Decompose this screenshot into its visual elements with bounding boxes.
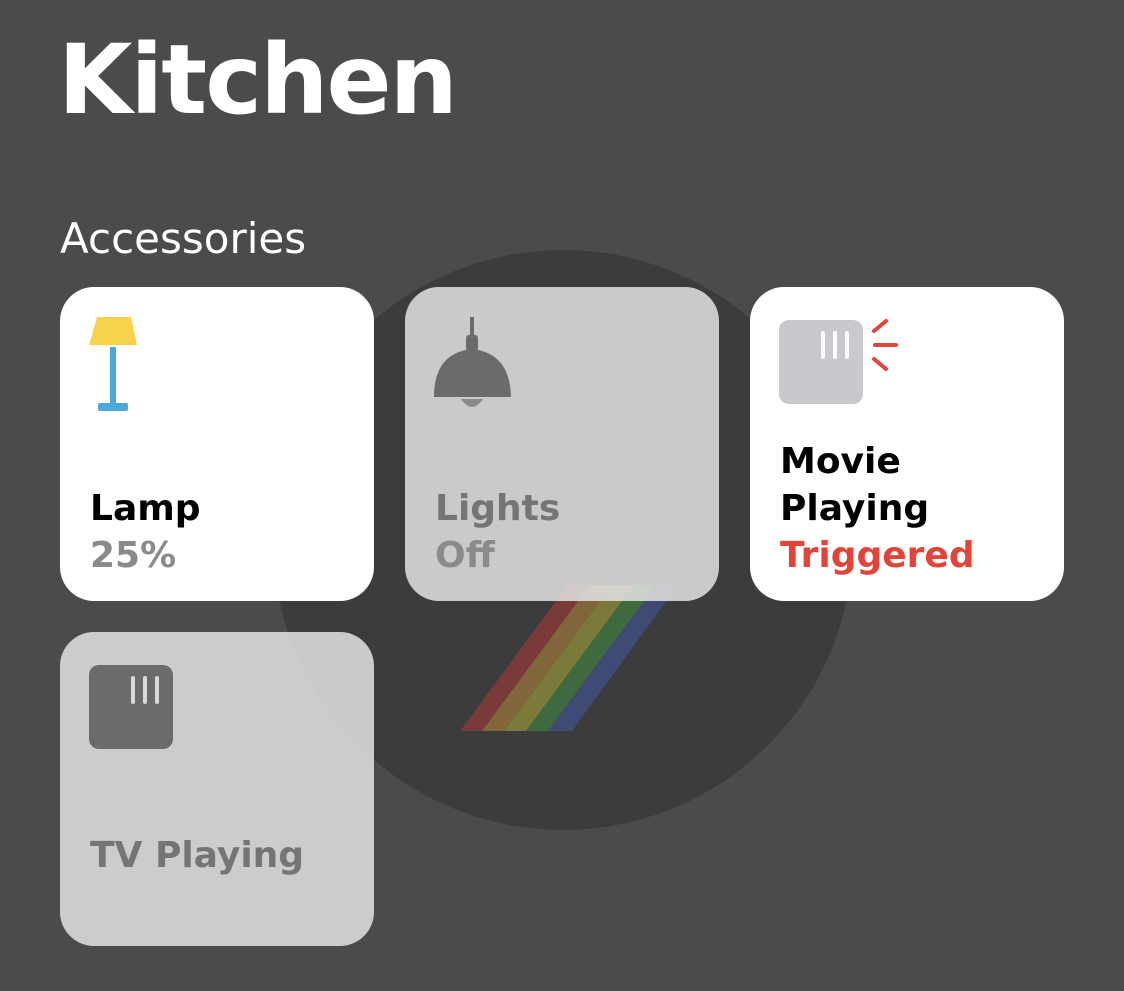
tile-name-lights: Lights (435, 488, 561, 529)
accessory-tile-tv-playing[interactable]: TV Playing (60, 632, 374, 946)
tile-name-movie-playing: Movie Playing (780, 441, 930, 529)
pendant-light-icon (434, 317, 511, 407)
page-title: Kitchen (58, 24, 458, 136)
tile-name-tv-playing: TV Playing (90, 835, 305, 876)
accessory-tile-lights[interactable]: Lights Off (405, 287, 719, 601)
section-title-accessories: Accessories (60, 214, 307, 263)
floor-lamp-icon (89, 317, 137, 411)
tile-status-movie-playing: Triggered (780, 535, 975, 576)
tile-status-lamp: 25% (90, 535, 177, 576)
tile-name-lamp: Lamp (90, 488, 201, 529)
tv-sensor-icon (89, 665, 173, 749)
accessory-tile-movie-playing[interactable]: Movie Playing Triggered (750, 287, 1064, 601)
accessory-tile-lamp[interactable]: Lamp 25% (60, 287, 374, 601)
tile-status-lights: Off (435, 535, 495, 576)
tv-sensor-icon (779, 319, 898, 404)
